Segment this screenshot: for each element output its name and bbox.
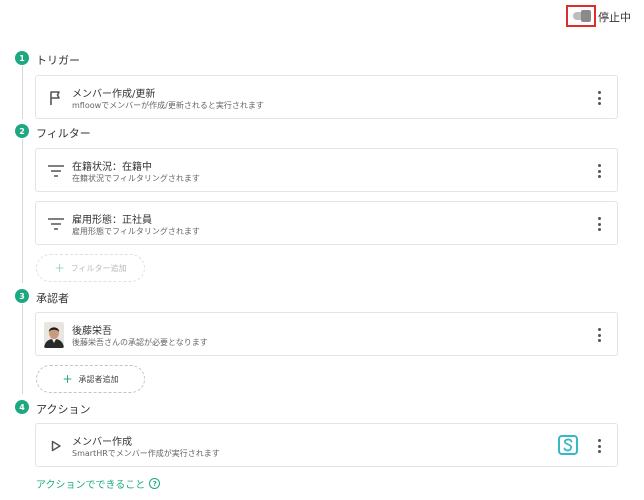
add-approver-label: 承認者追加 bbox=[78, 374, 119, 384]
step-number-1: 1 bbox=[15, 51, 29, 65]
action-help-link[interactable]: アクションでできること ? bbox=[36, 476, 161, 491]
help-link-label[interactable]: アクションでできること bbox=[36, 476, 145, 491]
add-filter-button[interactable]: + フィルター追加 bbox=[36, 254, 145, 282]
trigger-title: メンバー作成/更新 bbox=[72, 89, 156, 100]
filter-title: 雇用形態：正社員 bbox=[72, 215, 152, 226]
filter-card[interactable]: 在籍状況：在籍中 在籍状況でフィルタリングされます bbox=[35, 148, 618, 192]
approver-name: 後藤栄吾 bbox=[72, 326, 112, 337]
section-title-filter: フィルター bbox=[36, 127, 91, 140]
step-number-3: 3 bbox=[15, 289, 29, 303]
filter-subtitle: 在籍状況でフィルタリングされます bbox=[72, 174, 200, 183]
status-toggle[interactable] bbox=[566, 5, 596, 27]
filter-icon bbox=[46, 161, 66, 181]
add-filter-label: フィルター追加 bbox=[70, 263, 127, 273]
play-icon bbox=[46, 436, 66, 456]
smarthr-icon bbox=[558, 435, 578, 455]
filter-icon bbox=[46, 214, 66, 234]
more-menu-icon[interactable] bbox=[595, 439, 603, 453]
timeline-line bbox=[22, 304, 23, 394]
plus-icon: + bbox=[54, 261, 65, 275]
action-title: メンバー作成 bbox=[72, 437, 132, 448]
section-title-trigger: トリガー bbox=[36, 54, 80, 67]
filter-title: 在籍状況：在籍中 bbox=[72, 162, 152, 173]
status-label: 停止中 bbox=[598, 11, 631, 24]
more-menu-icon[interactable] bbox=[595, 328, 603, 342]
help-icon[interactable]: ? bbox=[149, 478, 161, 489]
toggle-knob bbox=[581, 10, 591, 22]
trigger-subtitle: mfloowでメンバーが作成/更新されると実行されます bbox=[72, 101, 264, 110]
more-menu-icon[interactable] bbox=[595, 217, 603, 231]
section-title-approver: 承認者 bbox=[36, 292, 69, 305]
toggle-switch[interactable] bbox=[573, 10, 591, 22]
action-subtitle: SmartHRでメンバー作成が実行されます bbox=[72, 449, 220, 458]
filter-card[interactable]: 雇用形態：正社員 雇用形態でフィルタリングされます bbox=[35, 201, 618, 245]
trigger-card[interactable]: メンバー作成/更新 mfloowでメンバーが作成/更新されると実行されます bbox=[35, 75, 618, 119]
step-number-4: 4 bbox=[15, 400, 29, 414]
timeline-line bbox=[22, 139, 23, 283]
approver-card[interactable]: 後藤栄吾 後藤栄吾さんの承認が必要となります bbox=[35, 312, 618, 356]
more-menu-icon[interactable] bbox=[595, 91, 603, 105]
avatar bbox=[44, 322, 64, 348]
action-card[interactable]: メンバー作成 SmartHRでメンバー作成が実行されます bbox=[35, 423, 618, 467]
section-title-action: アクション bbox=[36, 403, 91, 416]
step-number-2: 2 bbox=[15, 124, 29, 138]
filter-subtitle: 雇用形態でフィルタリングされます bbox=[72, 227, 200, 236]
flag-icon bbox=[46, 88, 66, 108]
add-approver-button[interactable]: + 承認者追加 bbox=[36, 365, 145, 393]
more-menu-icon[interactable] bbox=[595, 164, 603, 178]
toggle-highlight[interactable] bbox=[566, 5, 596, 27]
plus-icon: + bbox=[62, 372, 73, 386]
approver-subtitle: 後藤栄吾さんの承認が必要となります bbox=[72, 338, 208, 347]
timeline-line bbox=[22, 66, 23, 119]
